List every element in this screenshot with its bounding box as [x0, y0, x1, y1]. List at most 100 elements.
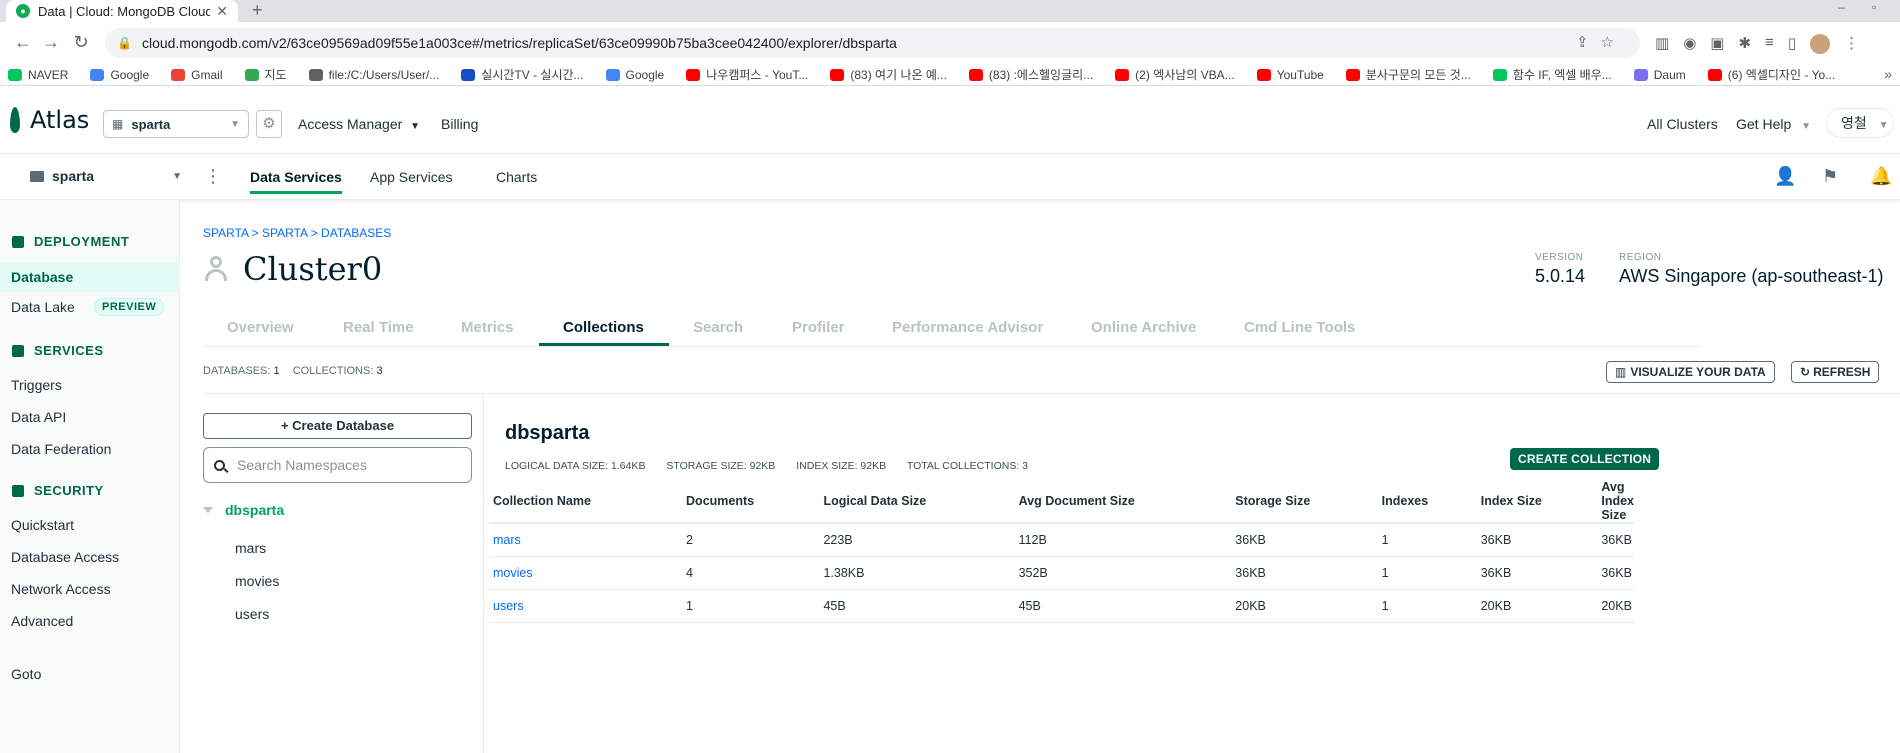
new-tab-icon[interactable]: +: [252, 0, 263, 22]
sidebar-item-database[interactable]: Database: [0, 262, 180, 292]
collection-link-mars[interactable]: mars: [489, 523, 683, 557]
tab-real-time[interactable]: Real Time: [343, 319, 414, 336]
sidebar-item-data-lake[interactable]: Data Lake: [11, 299, 75, 315]
bell-icon[interactable]: 🔔: [1870, 166, 1892, 187]
collection-link-movies[interactable]: movies: [489, 556, 683, 590]
invite-user-icon[interactable]: 👤: [1774, 166, 1796, 187]
tab-profiler[interactable]: Profiler: [792, 319, 845, 336]
search-namespaces-input[interactable]: Search Namespaces: [203, 447, 472, 483]
puzzle-icon[interactable]: ✱: [1738, 34, 1751, 54]
reload-icon[interactable]: ↻: [70, 32, 92, 53]
database-node[interactable]: dbsparta: [203, 502, 284, 518]
side-panel-icon[interactable]: ▯: [1788, 34, 1796, 54]
collection-node-movies[interactable]: movies: [235, 573, 279, 589]
tab-collections[interactable]: Collections: [563, 319, 644, 336]
tab-charts[interactable]: Charts: [496, 169, 537, 185]
access-manager-menu[interactable]: Access Manager ▼: [298, 116, 420, 132]
all-clusters-link[interactable]: All Clusters: [1647, 116, 1718, 132]
get-help-menu[interactable]: Get Help ▼: [1736, 116, 1811, 132]
column-header[interactable]: Logical Data Size: [819, 480, 1015, 524]
column-header[interactable]: Avg Index Size: [1597, 480, 1634, 524]
bookmark-item[interactable]: (2) 엑사남의 VBA...: [1115, 66, 1235, 83]
tab-app-services[interactable]: App Services: [370, 169, 452, 185]
sidebar-item-network-access[interactable]: Network Access: [11, 581, 111, 597]
collection-link-users[interactable]: users: [489, 589, 683, 623]
create-database-button[interactable]: + Create Database: [203, 413, 472, 439]
sidebar-item-triggers[interactable]: Triggers: [11, 377, 62, 393]
chevron-down-icon: ▼: [172, 170, 182, 182]
bookmark-item[interactable]: (83) 여기 나온 예...: [830, 66, 947, 83]
collection-node-mars[interactable]: mars: [235, 540, 266, 556]
bookmark-item[interactable]: Google: [605, 68, 664, 82]
sidebar-item-quickstart[interactable]: Quickstart: [11, 517, 74, 533]
expand-caret-icon[interactable]: [203, 507, 213, 513]
extension-icon[interactable]: ▣: [1710, 34, 1724, 54]
bookmark-item[interactable]: YouTube: [1256, 68, 1324, 82]
extension-icon[interactable]: ◉: [1683, 34, 1696, 54]
more-bookmarks-icon[interactable]: »: [1884, 66, 1892, 82]
column-header[interactable]: Index Size: [1476, 480, 1598, 524]
sidebar-item-advanced[interactable]: Advanced: [11, 613, 73, 629]
maximize-icon[interactable]: ▫: [1872, 0, 1876, 14]
sidebar-item-goto[interactable]: Goto: [11, 666, 41, 682]
org-settings-gear-icon[interactable]: ⚙: [256, 110, 282, 138]
bookmark-item[interactable]: (83) :에스헬잉글리...: [968, 66, 1094, 83]
sidebar-item-data-federation[interactable]: Data Federation: [11, 441, 111, 457]
browser-tab[interactable]: ● Data | Cloud: MongoDB Cloud ✕: [6, 0, 238, 22]
tab-search[interactable]: Search: [693, 319, 743, 336]
atlas-logo[interactable]: Atlas: [10, 106, 89, 134]
minimize-icon[interactable]: –: [1838, 0, 1845, 14]
bookmark-item[interactable]: 나우캠퍼스 - YouT...: [686, 66, 808, 83]
visualize-data-button[interactable]: ▥ VISUALIZE YOUR DATA: [1606, 361, 1775, 383]
collection-node-users[interactable]: users: [235, 606, 269, 622]
bookmark-item[interactable]: 함수 IF, 엑셀 배우...: [1492, 66, 1612, 83]
user-menu[interactable]: 영철 ▼: [1826, 108, 1894, 138]
menu-icon[interactable]: ⋮: [1844, 34, 1859, 54]
bookmark-item[interactable]: Google: [90, 68, 149, 82]
activity-feed-icon[interactable]: ⚑: [1822, 166, 1838, 187]
bookmark-item[interactable]: Gmail: [171, 68, 223, 82]
column-header[interactable]: Documents: [682, 480, 820, 524]
avg-doc-size-cell: 352B: [1014, 556, 1232, 590]
forward-icon[interactable]: →: [40, 32, 62, 53]
breadcrumb[interactable]: SPARTA > SPARTA > DATABASES: [203, 226, 391, 240]
back-icon[interactable]: ←: [12, 32, 34, 53]
project-options-icon[interactable]: ⋮: [204, 166, 222, 187]
index-size: INDEX SIZE: 92KB: [796, 460, 887, 472]
bookmark-item[interactable]: 분사구문의 모든 것...: [1345, 66, 1471, 83]
tab-online-archive[interactable]: Online Archive: [1091, 319, 1196, 336]
get-help-label: Get Help: [1736, 116, 1792, 132]
create-collection-button[interactable]: CREATE COLLECTION: [1510, 448, 1660, 470]
bookmark-item[interactable]: Daum: [1633, 68, 1686, 82]
organization-select[interactable]: ▦ sparta ▼: [103, 110, 249, 138]
tab-performance-advisor[interactable]: Performance Advisor: [892, 319, 1043, 336]
tab-cmd-line-tools[interactable]: Cmd Line Tools: [1244, 319, 1355, 336]
refresh-button[interactable]: ↻ REFRESH: [1791, 361, 1880, 383]
billing-link[interactable]: Billing: [441, 116, 478, 132]
sidebar-item-data-api[interactable]: Data API: [11, 409, 66, 425]
extension-icon[interactable]: ▥: [1655, 34, 1669, 54]
bookmark-item[interactable]: 지도: [244, 66, 287, 83]
address-bar[interactable]: 🔒 cloud.mongodb.com/v2/63ce09569ad09f55e…: [105, 28, 1640, 58]
visualize-label: VISUALIZE YOUR DATA: [1630, 365, 1766, 379]
column-header[interactable]: Collection Name: [489, 480, 683, 524]
share-star-icons[interactable]: ⇪☆: [1576, 33, 1626, 51]
bookmark-label: (83) :에스헬잉글리...: [988, 68, 1094, 82]
project-select[interactable]: sparta ▼: [30, 168, 182, 184]
tab-data-services[interactable]: Data Services: [250, 169, 342, 194]
left-sidebar: DEPLOYMENT Database Data Lake PREVIEW SE…: [0, 200, 180, 753]
bookmark-item[interactable]: file:/C:/Users/User/...: [308, 68, 439, 82]
column-header[interactable]: Avg Document Size: [1014, 480, 1232, 524]
bookmark-item[interactable]: 실시간TV - 실시간...: [461, 66, 584, 83]
databases-count: 1: [273, 365, 280, 377]
close-tab-icon[interactable]: ✕: [216, 3, 228, 20]
tab-metrics[interactable]: Metrics: [461, 319, 514, 336]
sidebar-item-database-access[interactable]: Database Access: [11, 549, 119, 565]
profile-avatar[interactable]: [1810, 34, 1831, 54]
bookmark-item[interactable]: (6) 엑셀디자인 - Yo...: [1707, 66, 1835, 83]
reading-list-icon[interactable]: ≡: [1765, 34, 1774, 54]
column-header[interactable]: Indexes: [1377, 480, 1477, 524]
bookmark-item[interactable]: NAVER: [8, 68, 68, 82]
column-header[interactable]: Storage Size: [1231, 480, 1378, 524]
tab-overview[interactable]: Overview: [227, 319, 294, 336]
